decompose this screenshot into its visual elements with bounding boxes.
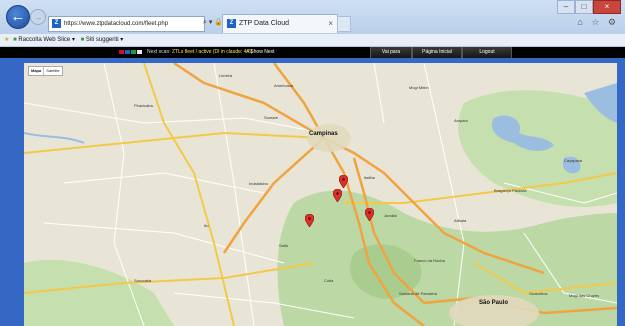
home-page-button[interactable]: Página Inicial — [412, 47, 462, 58]
top-navigation: Next scan: ZTLs fleet / active (DI in cl… — [0, 47, 625, 58]
close-window-button[interactable]: × — [593, 0, 621, 14]
city-label: Caçapava — [564, 158, 583, 163]
city-label: Sorocaba — [134, 278, 152, 283]
flag-icon[interactable] — [125, 50, 130, 54]
scan-status-prefix: Next scan: — [147, 49, 171, 55]
tab-title: ZTP Data Cloud — [239, 20, 290, 27]
map-canvas — [24, 63, 617, 326]
city-label: Sumaré — [264, 115, 279, 120]
favorites-bar: ★ ■ Raccolta Web Slice ▾ ■ Siti suggerit… — [0, 34, 625, 47]
flag-icon[interactable] — [137, 50, 142, 54]
window-controls: – □ × — [557, 0, 621, 14]
scan-status-value: ZTLs fleet / active (DI in claude: 4/6) — [172, 49, 253, 55]
river — [24, 132, 85, 144]
show-next-link[interactable]: > Show Next — [246, 47, 275, 58]
scan-status: Next scan: ZTLs fleet / active (DI in cl… — [147, 47, 252, 58]
flag-icon[interactable] — [119, 50, 124, 54]
city-label: Franco da Rocha — [414, 258, 445, 263]
vehicle-marker-icon[interactable] — [305, 214, 314, 227]
suggested-sites-icon: ■ — [80, 37, 85, 43]
urban-area-campinas — [307, 124, 351, 152]
back-button[interactable]: ← — [6, 5, 30, 29]
city-label: Itu — [204, 223, 209, 228]
city-label: Guarulhos — [529, 291, 548, 296]
city-label: Piracicaba — [134, 103, 153, 108]
vehicle-marker-icon[interactable] — [339, 175, 348, 188]
city-label: Limeira — [219, 73, 233, 78]
favorites-star-icon[interactable]: ★ — [4, 37, 9, 43]
city-label: Bragança Paulista — [494, 188, 527, 193]
vehicle-marker-icon[interactable] — [365, 208, 374, 221]
tab-ztp-data-cloud[interactable]: Z ZTP Data Cloud × — [222, 14, 338, 33]
map-type-map-button[interactable]: Mapa — [29, 67, 45, 75]
map-type-control: Mapa Satélite — [28, 66, 63, 76]
tab-favicon-icon: Z — [227, 19, 236, 28]
goto-button[interactable]: Vai para — [370, 47, 412, 58]
site-favicon-icon: Z — [52, 19, 61, 28]
city-label: São Paulo — [479, 300, 509, 306]
browser-tool-icons[interactable]: ⌂ ☆ ⚙ — [577, 17, 619, 28]
address-bar[interactable]: Zhttps://www.ztpdatacloud.com/fleet.php — [48, 16, 205, 32]
minimize-button[interactable]: – — [557, 0, 575, 14]
forward-button[interactable]: → — [30, 9, 46, 25]
city-label: Jundiaí — [384, 213, 397, 218]
address-url: https://www.ztpdatacloud.com/fleet.php — [64, 21, 169, 27]
terrain-green-southwest — [24, 259, 174, 326]
arrow-left-icon: ← — [10, 8, 26, 25]
favorites-item-label: Raccolta Web Slice ▾ — [18, 37, 75, 43]
favorites-item-web-slice[interactable]: ■ Raccolta Web Slice ▾ — [13, 37, 75, 43]
new-tab-button[interactable] — [337, 16, 351, 32]
city-label: Campinas — [309, 131, 338, 137]
city-label: Amparo — [454, 118, 469, 123]
web-slice-icon: ■ — [13, 37, 17, 43]
fleet-map[interactable]: Mapa Satélite Campinas São Paulo American… — [24, 63, 617, 326]
city-label: Mogi das Cruzes — [569, 293, 600, 298]
browser-titlebar: ← → Zhttps://www.ztpdatacloud.com/fleet.… — [0, 0, 625, 34]
city-label: Americana — [274, 83, 294, 88]
city-label: Indaiatuba — [249, 181, 268, 186]
logout-button[interactable]: Logout — [462, 47, 512, 58]
flag-icon[interactable] — [131, 50, 136, 54]
maximize-button[interactable]: □ — [575, 0, 593, 14]
tab-close-icon[interactable]: × — [328, 15, 333, 33]
page-content: Next scan: ZTLs fleet / active (DI in cl… — [0, 47, 625, 326]
terrain-green-south — [277, 190, 617, 326]
city-label: Santana de Parnaíba — [399, 291, 437, 296]
city-label: Cotia — [324, 278, 334, 283]
city-label: Atibaia — [454, 218, 467, 223]
city-label: Salto — [279, 243, 289, 248]
map-type-satellite-button[interactable]: Satélite — [44, 67, 61, 75]
vehicle-marker-icon[interactable] — [333, 189, 342, 202]
city-label: Mogi Mirim — [409, 85, 429, 90]
favorites-item-label: Siti suggeriti ▾ — [85, 37, 124, 43]
arrow-right-icon: → — [33, 12, 43, 22]
city-label: Itatiba — [364, 175, 375, 180]
favorites-item-suggested-sites[interactable]: ■ Siti suggeriti ▾ — [81, 37, 124, 43]
